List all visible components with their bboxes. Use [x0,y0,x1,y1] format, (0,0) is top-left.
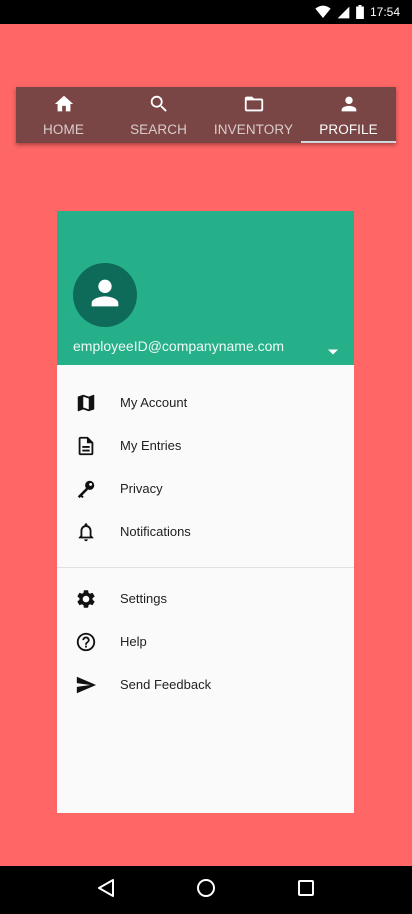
back-button[interactable] [86,870,126,910]
menu-item-label: Send Feedback [120,677,212,692]
recents-square-icon [298,879,314,901]
account-email[interactable]: employeeID@companyname.com [73,338,284,354]
tab-profile-label: PROFILE [319,122,378,137]
tab-search[interactable]: SEARCH [111,87,206,143]
search-icon [147,93,171,122]
menu-item-label: My Account [120,395,188,410]
home-icon [52,93,76,122]
menu-divider [57,567,354,568]
home-circle-icon [196,878,216,903]
map-icon [57,392,120,414]
avatar-person-icon [85,273,125,318]
battery-icon [356,5,364,19]
folder-open-icon [242,93,266,122]
dropdown-arrow-icon[interactable] [328,342,338,360]
menu-item-send-feedback[interactable]: Send Feedback [57,663,354,706]
top-tab-bar: HOME SEARCH INVENTORY PROFILE [16,87,396,143]
drawer-menu: My Account My Entries Privacy Notificati… [57,365,354,706]
tab-home-label: HOME [43,122,84,137]
menu-item-label: Notifications [120,524,191,539]
menu-item-label: Help [120,634,147,649]
recents-button[interactable] [286,870,326,910]
help-circle-icon [57,631,120,653]
key-icon [57,478,120,500]
back-triangle-icon [97,878,115,903]
navigation-drawer: employeeID@companyname.com My Account My… [57,211,354,813]
tab-profile[interactable]: PROFILE [301,87,396,143]
status-icons: 17:54 [315,0,400,24]
cell-signal-icon [337,6,350,19]
menu-item-my-entries[interactable]: My Entries [57,424,354,467]
status-bar: 17:54 [0,0,412,24]
menu-item-privacy[interactable]: Privacy [57,467,354,510]
avatar[interactable] [73,263,137,327]
menu-item-label: My Entries [120,438,182,453]
tab-search-label: SEARCH [130,122,187,137]
menu-item-label: Settings [120,591,167,606]
menu-item-help[interactable]: Help [57,620,354,663]
drawer-header: employeeID@companyname.com [57,211,354,365]
system-navigation-bar [0,866,412,914]
gear-icon [57,588,120,610]
bell-icon [57,521,120,543]
menu-item-settings[interactable]: Settings [57,577,354,620]
send-icon [57,674,120,696]
wifi-icon [315,5,331,19]
person-icon [337,93,361,122]
home-button[interactable] [186,870,226,910]
menu-item-notifications[interactable]: Notifications [57,510,354,553]
menu-item-my-account[interactable]: My Account [57,381,354,424]
tab-inventory-label: INVENTORY [213,122,294,137]
menu-item-label: Privacy [120,481,163,496]
tab-home[interactable]: HOME [16,87,111,143]
document-icon [57,435,120,457]
status-time: 17:54 [369,5,400,19]
tab-inventory[interactable]: INVENTORY [206,87,301,143]
